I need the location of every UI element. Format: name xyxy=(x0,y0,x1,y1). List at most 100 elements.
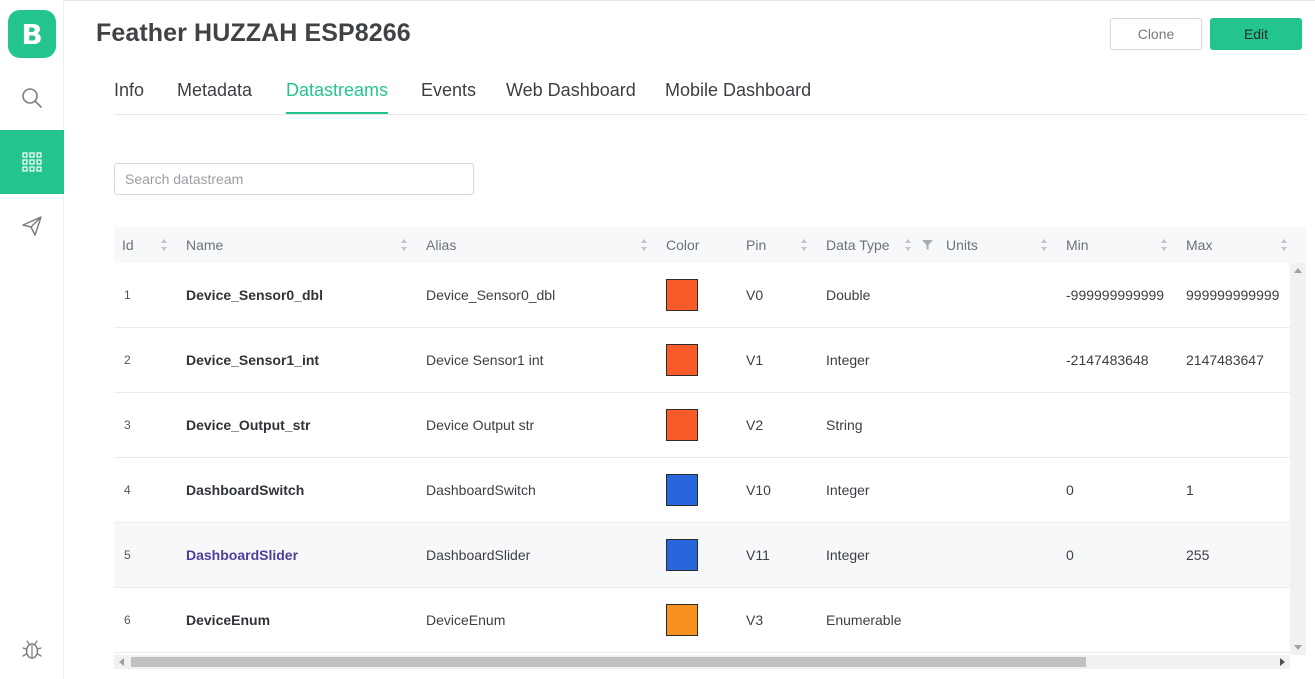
row-color xyxy=(666,588,698,652)
color-swatch xyxy=(666,604,698,636)
row-pin: V3 xyxy=(746,612,764,628)
scroll-right-icon[interactable] xyxy=(1280,658,1285,666)
column-header-color: Color xyxy=(666,237,700,253)
column-header-units[interactable]: Units xyxy=(946,227,978,263)
sidebar-bug-button[interactable] xyxy=(0,618,64,679)
row-color xyxy=(666,328,698,392)
app-logo[interactable]: B xyxy=(8,10,56,58)
color-swatch xyxy=(666,279,698,311)
row-data-type: Integer xyxy=(826,352,870,368)
tab-info[interactable]: Info xyxy=(114,80,144,112)
search-icon xyxy=(22,88,42,108)
column-header-max[interactable]: Max xyxy=(1186,227,1212,263)
row-alias: Device Output str xyxy=(426,417,535,433)
row-color xyxy=(666,523,698,587)
column-header-data-type[interactable]: Data Type xyxy=(826,227,890,263)
sidebar-search-button[interactable] xyxy=(0,66,64,130)
scroll-up-icon[interactable] xyxy=(1294,268,1302,273)
row-max: 1 xyxy=(1186,482,1194,498)
row-min: -999999999999 xyxy=(1066,287,1165,303)
row-pin: V10 xyxy=(746,482,771,498)
sort-icon[interactable] xyxy=(904,238,912,252)
table-row[interactable]: 1 Device_Sensor0_dbl Device_Sensor0_dbl … xyxy=(114,263,1290,328)
sort-icon[interactable] xyxy=(400,238,408,252)
table-row[interactable]: 3 Device_Output_str Device Output str V2… xyxy=(114,393,1290,458)
row-name[interactable]: DashboardSwitch xyxy=(186,458,304,522)
sidebar-send-button[interactable] xyxy=(0,194,64,258)
vertical-scrollbar[interactable] xyxy=(1290,263,1306,655)
scrollbar-thumb[interactable] xyxy=(131,657,1086,667)
color-swatch xyxy=(666,539,698,571)
table-header: Id Name Alias Color Pin Data Type Units … xyxy=(114,227,1306,263)
row-id: 3 xyxy=(124,418,131,432)
table-row[interactable]: 6 DeviceEnum DeviceEnum V3 Enumerable xyxy=(114,588,1290,653)
row-alias: Device Sensor1 int xyxy=(426,352,544,368)
column-header-alias[interactable]: Alias xyxy=(426,227,456,263)
color-swatch xyxy=(666,409,698,441)
table-row[interactable]: 2 Device_Sensor1_int Device Sensor1 int … xyxy=(114,328,1290,393)
scroll-down-icon[interactable] xyxy=(1294,645,1302,650)
row-alias: DeviceEnum xyxy=(426,612,506,628)
color-swatch xyxy=(666,344,698,376)
column-header-pin[interactable]: Pin xyxy=(746,227,766,263)
row-name[interactable]: DeviceEnum xyxy=(186,588,270,652)
row-data-type: Integer xyxy=(826,547,870,563)
sort-icon[interactable] xyxy=(160,238,168,252)
row-max: 255 xyxy=(1186,547,1210,563)
row-id: 4 xyxy=(124,483,131,497)
search-input[interactable] xyxy=(114,163,474,195)
column-header-id[interactable]: Id xyxy=(122,227,134,263)
table-row[interactable]: 4 DashboardSwitch DashboardSwitch V10 In… xyxy=(114,458,1290,523)
row-id: 2 xyxy=(124,353,131,367)
row-min: -2147483648 xyxy=(1066,352,1149,368)
filter-icon[interactable] xyxy=(922,240,933,250)
row-data-type: String xyxy=(826,417,863,433)
horizontal-scrollbar[interactable] xyxy=(114,655,1290,669)
row-data-type: Enumerable xyxy=(826,612,902,628)
tab-bar: Info Metadata Datastreams Events Web Das… xyxy=(114,66,1306,115)
send-icon xyxy=(22,216,42,236)
sidebar: B xyxy=(0,0,64,679)
sort-icon[interactable] xyxy=(1040,238,1048,252)
row-color xyxy=(666,393,698,457)
row-id: 6 xyxy=(124,613,131,627)
scroll-left-icon[interactable] xyxy=(119,658,124,666)
sort-icon[interactable] xyxy=(1160,238,1168,252)
row-color xyxy=(666,458,698,522)
row-alias: Device_Sensor0_dbl xyxy=(426,287,556,303)
row-max: 2147483647 xyxy=(1186,352,1264,368)
row-data-type: Integer xyxy=(826,482,870,498)
row-data-type: Double xyxy=(826,287,871,303)
sort-icon[interactable] xyxy=(1280,238,1288,252)
table-row[interactable]: 5 DashboardSlider DashboardSlider V11 In… xyxy=(114,523,1290,588)
column-header-name[interactable]: Name xyxy=(186,227,223,263)
datastreams-table: Id Name Alias Color Pin Data Type Units … xyxy=(114,227,1306,669)
tab-datastreams[interactable]: Datastreams xyxy=(286,80,389,114)
tab-events[interactable]: Events xyxy=(421,80,476,112)
row-id: 1 xyxy=(124,288,131,302)
bug-icon xyxy=(22,640,42,659)
row-name[interactable]: Device_Output_str xyxy=(186,393,310,457)
page-title: Feather HUZZAH ESP8266 xyxy=(96,19,411,47)
row-min: 0 xyxy=(1066,547,1074,563)
row-pin: V11 xyxy=(746,547,770,563)
edit-button[interactable]: Edit xyxy=(1210,18,1302,50)
clone-button[interactable]: Clone xyxy=(1110,18,1202,50)
row-name[interactable]: Device_Sensor0_dbl xyxy=(186,263,323,327)
row-id: 5 xyxy=(124,548,131,562)
tab-web-dashboard[interactable]: Web Dashboard xyxy=(506,80,636,112)
sort-icon[interactable] xyxy=(640,238,648,252)
column-header-min[interactable]: Min xyxy=(1066,227,1089,263)
row-pin: V1 xyxy=(746,352,764,368)
sidebar-templates-button[interactable] xyxy=(0,130,64,194)
row-alias: DashboardSwitch xyxy=(426,482,536,498)
row-alias: DashboardSlider xyxy=(426,547,531,563)
color-swatch xyxy=(666,474,698,506)
row-name[interactable]: Device_Sensor1_int xyxy=(186,328,319,392)
sort-icon[interactable] xyxy=(800,238,808,252)
tab-mobile-dashboard[interactable]: Mobile Dashboard xyxy=(665,80,811,112)
tab-metadata[interactable]: Metadata xyxy=(177,80,252,112)
row-name[interactable]: DashboardSlider xyxy=(186,523,298,587)
row-pin: V0 xyxy=(746,287,764,303)
row-min: 0 xyxy=(1066,482,1074,498)
